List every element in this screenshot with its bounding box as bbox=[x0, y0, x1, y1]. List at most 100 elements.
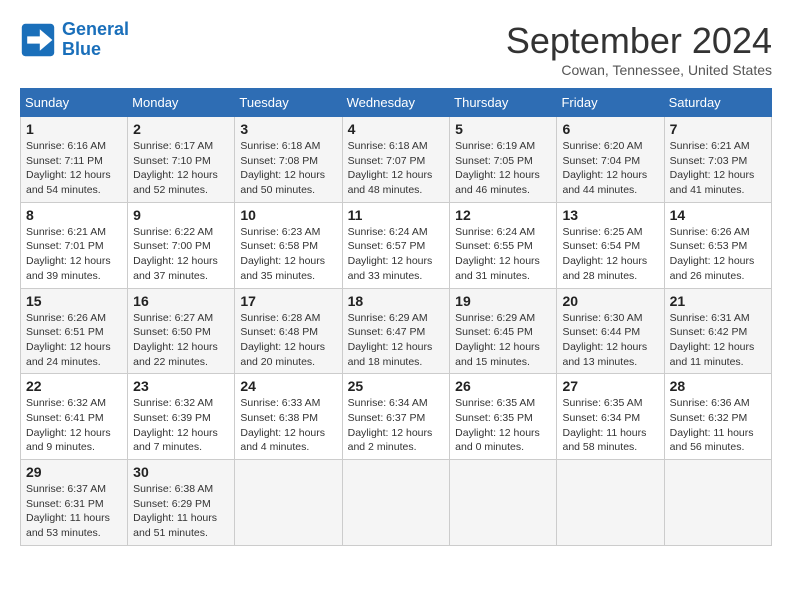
calendar-cell: 8Sunrise: 6:21 AM Sunset: 7:01 PM Daylig… bbox=[21, 202, 128, 288]
day-info: Sunrise: 6:17 AM Sunset: 7:10 PM Dayligh… bbox=[133, 139, 229, 198]
calendar-cell: 28 Sunrise: 6:36 AM Sunset: 6:32 PM Dayli… bbox=[664, 374, 771, 460]
calendar-cell: 5 Sunrise: 6:19 AM Sunset: 7:05 PM Daylig… bbox=[450, 117, 557, 203]
location: Cowan, Tennessee, United States bbox=[506, 62, 772, 78]
calendar-cell: 14 Sunrise: 6:26 AM Sunset: 6:53 PM Dayli… bbox=[664, 202, 771, 288]
day-number: 11 bbox=[348, 207, 445, 223]
day-info: Sunrise: 6:36 AM Sunset: 6:32 PM Dayligh… bbox=[670, 396, 766, 455]
header-day-thursday: Thursday bbox=[450, 89, 557, 117]
week-row-1: 1 Sunrise: 6:16 AM Sunset: 7:11 PM Daylig… bbox=[21, 117, 772, 203]
day-number: 15 bbox=[26, 293, 122, 309]
header-day-friday: Friday bbox=[557, 89, 664, 117]
day-info: Sunrise: 6:35 AM Sunset: 6:34 PM Dayligh… bbox=[562, 396, 658, 455]
day-info: Sunrise: 6:18 AM Sunset: 7:08 PM Dayligh… bbox=[240, 139, 336, 198]
calendar-cell: 11 Sunrise: 6:24 AM Sunset: 6:57 PM Dayli… bbox=[342, 202, 450, 288]
calendar-cell: 27Sunrise: 6:35 AM Sunset: 6:34 PM Dayli… bbox=[557, 374, 664, 460]
calendar-cell: 13 Sunrise: 6:25 AM Sunset: 6:54 PM Dayli… bbox=[557, 202, 664, 288]
calendar-cell: 17 Sunrise: 6:28 AM Sunset: 6:48 PM Dayli… bbox=[235, 288, 342, 374]
month-title: September 2024 bbox=[506, 20, 772, 62]
day-number: 26 bbox=[455, 378, 551, 394]
logo-text: General Blue bbox=[62, 20, 129, 60]
day-number: 5 bbox=[455, 121, 551, 137]
day-number: 8 bbox=[26, 207, 122, 223]
week-row-4: 22Sunrise: 6:32 AM Sunset: 6:41 PM Dayli… bbox=[21, 374, 772, 460]
logo: General Blue bbox=[20, 20, 129, 60]
day-info: Sunrise: 6:33 AM Sunset: 6:38 PM Dayligh… bbox=[240, 396, 336, 455]
calendar-header: SundayMondayTuesdayWednesdayThursdayFrid… bbox=[21, 89, 772, 117]
week-row-2: 8Sunrise: 6:21 AM Sunset: 7:01 PM Daylig… bbox=[21, 202, 772, 288]
calendar-cell bbox=[557, 460, 664, 546]
day-number: 3 bbox=[240, 121, 336, 137]
header-day-monday: Monday bbox=[128, 89, 235, 117]
day-info: Sunrise: 6:26 AM Sunset: 6:51 PM Dayligh… bbox=[26, 311, 122, 370]
day-info: Sunrise: 6:28 AM Sunset: 6:48 PM Dayligh… bbox=[240, 311, 336, 370]
calendar-cell: 18 Sunrise: 6:29 AM Sunset: 6:47 PM Dayli… bbox=[342, 288, 450, 374]
day-number: 24 bbox=[240, 378, 336, 394]
day-number: 7 bbox=[670, 121, 766, 137]
header-row: SundayMondayTuesdayWednesdayThursdayFrid… bbox=[21, 89, 772, 117]
calendar-cell: 3 Sunrise: 6:18 AM Sunset: 7:08 PM Daylig… bbox=[235, 117, 342, 203]
calendar-cell: 10 Sunrise: 6:23 AM Sunset: 6:58 PM Dayli… bbox=[235, 202, 342, 288]
calendar-cell: 30 Sunrise: 6:38 AM Sunset: 6:29 PM Dayli… bbox=[128, 460, 235, 546]
calendar-cell: 9 Sunrise: 6:22 AM Sunset: 7:00 PM Daylig… bbox=[128, 202, 235, 288]
day-number: 9 bbox=[133, 207, 229, 223]
day-info: Sunrise: 6:29 AM Sunset: 6:47 PM Dayligh… bbox=[348, 311, 445, 370]
day-info: Sunrise: 6:19 AM Sunset: 7:05 PM Dayligh… bbox=[455, 139, 551, 198]
day-info: Sunrise: 6:25 AM Sunset: 6:54 PM Dayligh… bbox=[562, 225, 658, 284]
day-info: Sunrise: 6:18 AM Sunset: 7:07 PM Dayligh… bbox=[348, 139, 445, 198]
week-row-5: 29Sunrise: 6:37 AM Sunset: 6:31 PM Dayli… bbox=[21, 460, 772, 546]
calendar-cell: 25Sunrise: 6:34 AM Sunset: 6:37 PM Dayli… bbox=[342, 374, 450, 460]
calendar-cell: 15 Sunrise: 6:26 AM Sunset: 6:51 PM Dayli… bbox=[21, 288, 128, 374]
calendar-cell: 4 Sunrise: 6:18 AM Sunset: 7:07 PM Daylig… bbox=[342, 117, 450, 203]
calendar-cell: 6 Sunrise: 6:20 AM Sunset: 7:04 PM Daylig… bbox=[557, 117, 664, 203]
day-number: 30 bbox=[133, 464, 229, 480]
day-info: Sunrise: 6:30 AM Sunset: 6:44 PM Dayligh… bbox=[562, 311, 658, 370]
title-section: September 2024 Cowan, Tennessee, United … bbox=[506, 20, 772, 78]
calendar-cell: 22Sunrise: 6:32 AM Sunset: 6:41 PM Dayli… bbox=[21, 374, 128, 460]
calendar-cell: 21 Sunrise: 6:31 AM Sunset: 6:42 PM Dayli… bbox=[664, 288, 771, 374]
logo-line2: Blue bbox=[62, 39, 101, 59]
day-number: 1 bbox=[26, 121, 122, 137]
calendar-cell: 1 Sunrise: 6:16 AM Sunset: 7:11 PM Daylig… bbox=[21, 117, 128, 203]
day-info: Sunrise: 6:37 AM Sunset: 6:31 PM Dayligh… bbox=[26, 482, 122, 541]
calendar-cell bbox=[664, 460, 771, 546]
day-info: Sunrise: 6:38 AM Sunset: 6:29 PM Dayligh… bbox=[133, 482, 229, 541]
day-number: 10 bbox=[240, 207, 336, 223]
day-number: 6 bbox=[562, 121, 658, 137]
calendar-cell bbox=[235, 460, 342, 546]
day-number: 13 bbox=[562, 207, 658, 223]
calendar-cell: 29Sunrise: 6:37 AM Sunset: 6:31 PM Dayli… bbox=[21, 460, 128, 546]
day-info: Sunrise: 6:16 AM Sunset: 7:11 PM Dayligh… bbox=[26, 139, 122, 198]
day-number: 2 bbox=[133, 121, 229, 137]
day-number: 12 bbox=[455, 207, 551, 223]
day-info: Sunrise: 6:34 AM Sunset: 6:37 PM Dayligh… bbox=[348, 396, 445, 455]
calendar-cell bbox=[342, 460, 450, 546]
day-info: Sunrise: 6:31 AM Sunset: 6:42 PM Dayligh… bbox=[670, 311, 766, 370]
header-day-tuesday: Tuesday bbox=[235, 89, 342, 117]
day-info: Sunrise: 6:32 AM Sunset: 6:39 PM Dayligh… bbox=[133, 396, 229, 455]
day-number: 4 bbox=[348, 121, 445, 137]
calendar-cell: 2 Sunrise: 6:17 AM Sunset: 7:10 PM Daylig… bbox=[128, 117, 235, 203]
day-number: 18 bbox=[348, 293, 445, 309]
calendar-table: SundayMondayTuesdayWednesdayThursdayFrid… bbox=[20, 88, 772, 546]
logo-icon bbox=[20, 22, 56, 58]
day-info: Sunrise: 6:23 AM Sunset: 6:58 PM Dayligh… bbox=[240, 225, 336, 284]
week-row-3: 15 Sunrise: 6:26 AM Sunset: 6:51 PM Dayli… bbox=[21, 288, 772, 374]
day-number: 14 bbox=[670, 207, 766, 223]
day-number: 23 bbox=[133, 378, 229, 394]
day-number: 19 bbox=[455, 293, 551, 309]
day-info: Sunrise: 6:26 AM Sunset: 6:53 PM Dayligh… bbox=[670, 225, 766, 284]
day-info: Sunrise: 6:22 AM Sunset: 7:00 PM Dayligh… bbox=[133, 225, 229, 284]
day-info: Sunrise: 6:35 AM Sunset: 6:35 PM Dayligh… bbox=[455, 396, 551, 455]
day-info: Sunrise: 6:29 AM Sunset: 6:45 PM Dayligh… bbox=[455, 311, 551, 370]
day-number: 17 bbox=[240, 293, 336, 309]
day-info: Sunrise: 6:24 AM Sunset: 6:57 PM Dayligh… bbox=[348, 225, 445, 284]
day-info: Sunrise: 6:20 AM Sunset: 7:04 PM Dayligh… bbox=[562, 139, 658, 198]
calendar-cell: 26 Sunrise: 6:35 AM Sunset: 6:35 PM Dayli… bbox=[450, 374, 557, 460]
calendar-cell: 20Sunrise: 6:30 AM Sunset: 6:44 PM Dayli… bbox=[557, 288, 664, 374]
calendar-cell: 23 Sunrise: 6:32 AM Sunset: 6:39 PM Dayli… bbox=[128, 374, 235, 460]
day-info: Sunrise: 6:32 AM Sunset: 6:41 PM Dayligh… bbox=[26, 396, 122, 455]
day-number: 28 bbox=[670, 378, 766, 394]
calendar-cell bbox=[450, 460, 557, 546]
day-number: 21 bbox=[670, 293, 766, 309]
calendar-cell: 7Sunrise: 6:21 AM Sunset: 7:03 PM Daylig… bbox=[664, 117, 771, 203]
